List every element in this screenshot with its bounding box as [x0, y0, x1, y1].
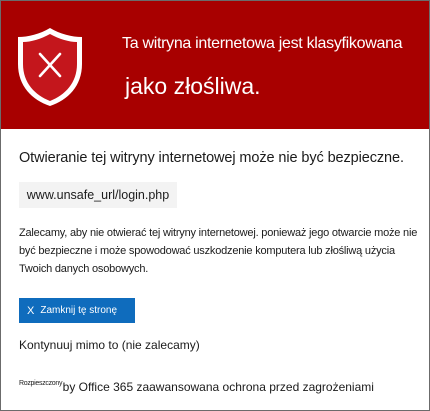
- footer-attribution: Rozpieszczony by Office 365 zaawansowana…: [19, 378, 374, 396]
- shield-x-icon: [18, 28, 82, 106]
- banner-title-line1: Ta witryna internetowa jest klasyfikowan…: [122, 35, 403, 52]
- continue-anyway-link[interactable]: Kontynuuj mimo to (nie zalecamy): [19, 338, 200, 352]
- safe-links-warning-page: Ta witryna internetowa jest klasyfikowan…: [0, 0, 430, 411]
- close-page-button[interactable]: X Zamknij tę stronę: [19, 298, 135, 323]
- close-page-label: Zamknij tę stronę: [40, 305, 118, 316]
- warning-heading: Otwieranie tej witryny internetowej może…: [19, 150, 404, 166]
- footer-text: by Office 365 zaawansowana ochrona przed…: [62, 380, 374, 394]
- banner-title-line2: jako złośliwa.: [125, 73, 261, 99]
- footer-prefix: Rozpieszczony: [19, 380, 63, 387]
- close-icon: X: [27, 304, 35, 317]
- warning-banner: Ta witryna internetowa jest klasyfikowan…: [1, 1, 429, 129]
- blocked-url-text: www.unsafe_url/login.php: [26, 188, 170, 202]
- blocked-url: www.unsafe_url/login.php: [19, 182, 177, 208]
- warning-description: Zalecamy, aby nie otwierać tej witryny i…: [19, 227, 418, 275]
